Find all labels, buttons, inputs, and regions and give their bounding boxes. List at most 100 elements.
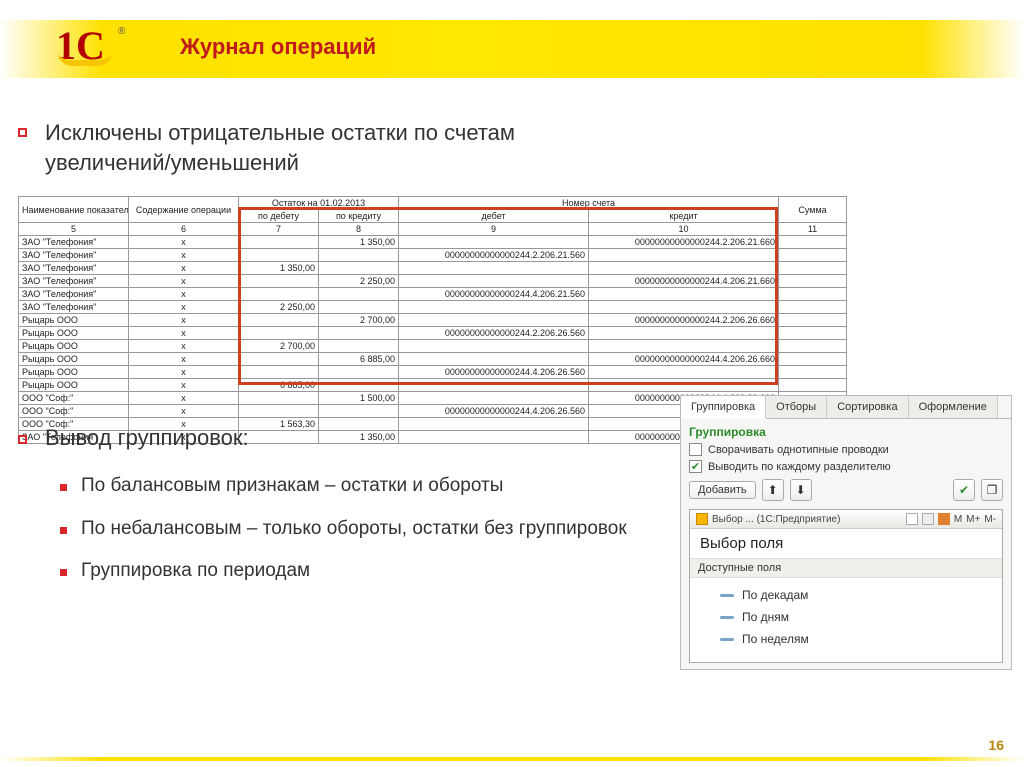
table-cell: ЗАО "Телефония": [19, 275, 129, 288]
table-cell: х: [129, 301, 239, 314]
colnum: 5: [19, 223, 129, 236]
table-cell: [589, 327, 779, 340]
table-cell: [239, 353, 319, 366]
square-bullet-icon: [18, 128, 27, 137]
table-cell: [319, 405, 399, 418]
copy-button[interactable]: ❐: [981, 479, 1003, 501]
table-cell: [779, 275, 847, 288]
table-row: ЗАО "Телефония"х2 250,00: [19, 301, 847, 314]
table-cell: [239, 236, 319, 249]
table-cell: Рыцарь ООО: [19, 340, 129, 353]
table-row: Рыцарь ОООх6 885,0000000000000000244.4.2…: [19, 353, 847, 366]
tree-item-dnyam[interactable]: По дням: [720, 606, 992, 628]
table-cell: [589, 301, 779, 314]
checkbox-collapse[interactable]: Сворачивать однотипные проводки: [689, 443, 1003, 456]
app-icon: [696, 513, 708, 525]
table-cell: [319, 418, 399, 431]
table-cell: [589, 340, 779, 353]
col-sum: Сумма: [779, 197, 847, 223]
sub-bullet-1: По балансовым признакам – остатки и обор…: [60, 472, 503, 501]
move-down-button[interactable]: ⬇: [790, 479, 812, 501]
table-cell: 2 700,00: [319, 314, 399, 327]
col-credit-bal: по кредиту: [319, 210, 399, 223]
tab-grouping[interactable]: Группировка: [681, 396, 766, 419]
table-row: ЗАО "Телефония"х00000000000000244.2.206.…: [19, 249, 847, 262]
table-cell: [779, 236, 847, 249]
table-cell: [239, 288, 319, 301]
add-button[interactable]: Добавить: [689, 481, 756, 499]
table-cell: ЗАО "Телефония": [19, 301, 129, 314]
table-cell: 00000000000000244.4.206.26.560: [399, 366, 589, 379]
square-bullet-icon: [60, 527, 67, 534]
checkbox-output-each[interactable]: ✔ Выводить по каждому разделителю: [689, 460, 1003, 473]
table-row: Рыцарь ОООх2 700,0000000000000000244.2.2…: [19, 314, 847, 327]
table-cell: 00000000000000244.2.206.21.660: [589, 236, 779, 249]
table-cell: [779, 314, 847, 327]
table-cell: [239, 314, 319, 327]
table-cell: [779, 249, 847, 262]
move-up-button[interactable]: ⬆: [762, 479, 784, 501]
table-cell: [319, 340, 399, 353]
table-cell: 00000000000000244.4.206.26.660: [589, 353, 779, 366]
table-cell: [239, 275, 319, 288]
table-cell: 6 885,00: [319, 353, 399, 366]
table-cell: [779, 288, 847, 301]
table-cell: х: [129, 405, 239, 418]
check-all-button[interactable]: ✔: [953, 479, 975, 501]
table-cell: 2 700,00: [239, 340, 319, 353]
bullet-main-2-text: Вывод группировок:: [45, 425, 249, 451]
print-icon[interactable]: [922, 513, 934, 525]
table-cell: х: [129, 288, 239, 301]
fields-tree: По декадам По дням По неделям: [690, 578, 1002, 662]
tab-filters[interactable]: Отборы: [766, 396, 827, 418]
table-cell: 00000000000000244.4.206.26.560: [399, 405, 589, 418]
table-cell: [399, 379, 589, 392]
sub-bullet-3: Группировка по периодам: [60, 557, 310, 586]
table-cell: [399, 392, 589, 405]
m-minus-button[interactable]: M-: [984, 514, 996, 525]
table-cell: [319, 327, 399, 340]
tree-item-nedelyam[interactable]: По неделям: [720, 628, 992, 650]
table-cell: [239, 249, 319, 262]
tab-design[interactable]: Оформление: [909, 396, 998, 418]
bullet-main-1-line1: Исключены отрицательные остатки по счета…: [45, 120, 515, 145]
colnum: 7: [239, 223, 319, 236]
col-name: Наименование показателя: [19, 197, 129, 223]
table-cell: 1 563,30: [239, 418, 319, 431]
table-cell: 1 500,00: [319, 392, 399, 405]
table-cell: 2 250,00: [319, 275, 399, 288]
table-cell: х: [129, 236, 239, 249]
table-cell: х: [129, 353, 239, 366]
table-row: ЗАО "Телефония"х1 350,000000000000000024…: [19, 236, 847, 249]
colnum: 9: [399, 223, 589, 236]
m-button[interactable]: M: [954, 514, 962, 525]
table-cell: 6 885,00: [239, 379, 319, 392]
field-icon: [720, 638, 734, 641]
table-cell: х: [129, 314, 239, 327]
tab-sorting[interactable]: Сортировка: [827, 396, 908, 418]
table-cell: Рыцарь ООО: [19, 379, 129, 392]
tree-item-dekady[interactable]: По декадам: [720, 584, 992, 606]
checkbox-collapse-label: Сворачивать однотипные проводки: [708, 444, 889, 456]
calendar-icon[interactable]: [938, 513, 950, 525]
table-cell: х: [129, 275, 239, 288]
page-number: 16: [988, 737, 1004, 753]
square-bullet-icon: [60, 484, 67, 491]
grid-icon[interactable]: [906, 513, 918, 525]
tree-item-label: По дням: [742, 610, 789, 624]
field-chooser-title: Выбор ... (1С:Предприятие): [712, 514, 902, 525]
table-cell: х: [129, 262, 239, 275]
m-plus-button[interactable]: M+: [966, 514, 980, 525]
table-row: Рыцарь ОООх2 700,00: [19, 340, 847, 353]
bullet-main-1-line2: увеличений/уменьшений: [45, 150, 299, 175]
table-cell: [239, 405, 319, 418]
col-balance-group: Остаток на 01.02.2013: [239, 197, 399, 210]
col-account-group: Номер счета: [399, 197, 779, 210]
col-debit-acc: дебет: [399, 210, 589, 223]
sub-bullet-2: По небалансовым – только обороты, остатк…: [60, 515, 627, 544]
field-chooser-window: Выбор ... (1С:Предприятие) M M+ M- Выбор…: [689, 509, 1003, 663]
table-cell: [399, 301, 589, 314]
table-cell: х: [129, 392, 239, 405]
tree-item-label: По неделям: [742, 632, 809, 646]
table-cell: х: [129, 366, 239, 379]
